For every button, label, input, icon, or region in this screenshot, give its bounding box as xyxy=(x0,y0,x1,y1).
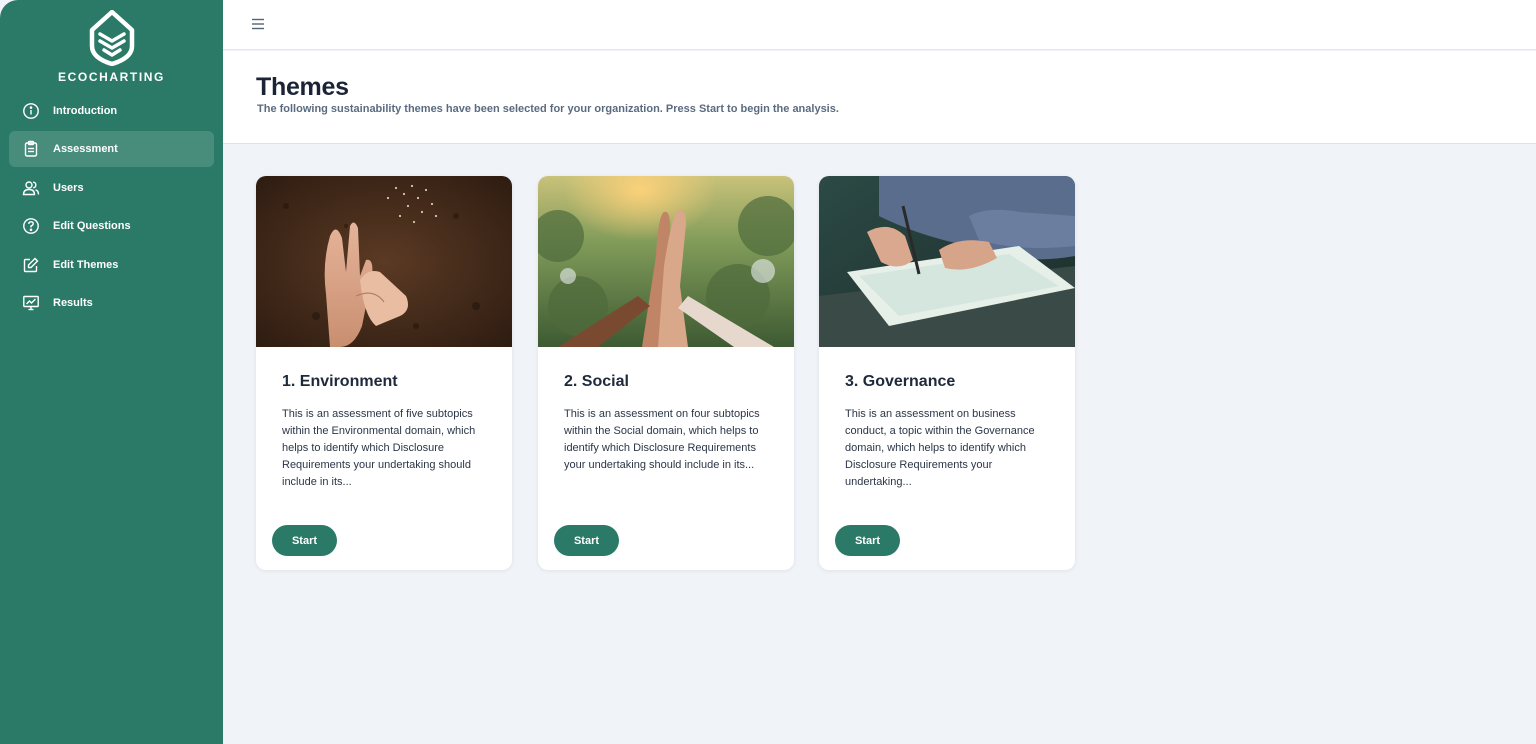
theme-image-social xyxy=(538,176,794,347)
sidebar-nav: Introduction Assessment Users Edit Quest… xyxy=(9,93,214,323)
presentation-chart-icon xyxy=(22,294,40,312)
sidebar-item-edit-questions[interactable]: Edit Questions xyxy=(9,208,214,244)
sidebar-item-introduction[interactable]: Introduction xyxy=(9,93,214,129)
start-button-governance[interactable]: Start xyxy=(835,525,900,556)
sidebar-item-results[interactable]: Results xyxy=(9,285,214,321)
page-subtitle: The following sustainability themes have… xyxy=(257,103,839,115)
theme-description: This is an assessment on business conduc… xyxy=(845,408,1035,488)
sidebar-item-label: Results xyxy=(53,296,93,309)
sidebar-item-users[interactable]: Users xyxy=(9,170,214,206)
sidebar: ECOCHARTING Introduction Assessment User… xyxy=(0,0,223,744)
theme-title: 1. Environment xyxy=(282,373,398,390)
theme-description: This is an assessment on four subtopics … xyxy=(564,408,760,471)
page-header: Themes The following sustainability them… xyxy=(223,51,1536,144)
hamburger-icon[interactable] xyxy=(250,16,266,32)
theme-title: 3. Governance xyxy=(845,373,956,390)
edit-icon xyxy=(22,256,40,274)
theme-card-social: 2. Social This is an assessment on four … xyxy=(538,176,794,570)
leaf-shield-logo xyxy=(89,10,134,66)
theme-description: This is an assessment of five subtopics … xyxy=(282,408,476,488)
sidebar-item-label: Users xyxy=(53,181,84,194)
info-icon xyxy=(22,102,40,120)
question-icon xyxy=(22,217,40,235)
sidebar-item-label: Edit Questions xyxy=(53,220,131,233)
page-title: Themes xyxy=(256,73,349,101)
app-window: ECOCHARTING Introduction Assessment User… xyxy=(0,0,1536,744)
sidebar-item-label: Edit Themes xyxy=(53,258,119,271)
sidebar-item-edit-themes[interactable]: Edit Themes xyxy=(9,247,214,283)
sidebar-item-assessment[interactable]: Assessment xyxy=(9,131,214,168)
clipboard-icon xyxy=(22,140,40,158)
start-button-environment[interactable]: Start xyxy=(272,525,337,556)
brand-name: ECOCHARTING xyxy=(58,70,165,84)
theme-image-governance xyxy=(819,176,1075,347)
theme-image-environment xyxy=(256,176,512,347)
start-button-social[interactable]: Start xyxy=(554,525,619,556)
theme-title: 2. Social xyxy=(564,373,629,390)
sidebar-item-label: Introduction xyxy=(53,105,118,117)
users-icon xyxy=(22,179,40,197)
theme-card-environment: 1. Environment This is an assessment of … xyxy=(256,176,512,570)
sidebar-item-label: Assessment xyxy=(53,143,118,156)
brand: ECOCHARTING xyxy=(0,10,223,84)
topbar xyxy=(223,0,1536,50)
theme-card-governance: 3. Governance This is an assessment on b… xyxy=(819,176,1075,570)
